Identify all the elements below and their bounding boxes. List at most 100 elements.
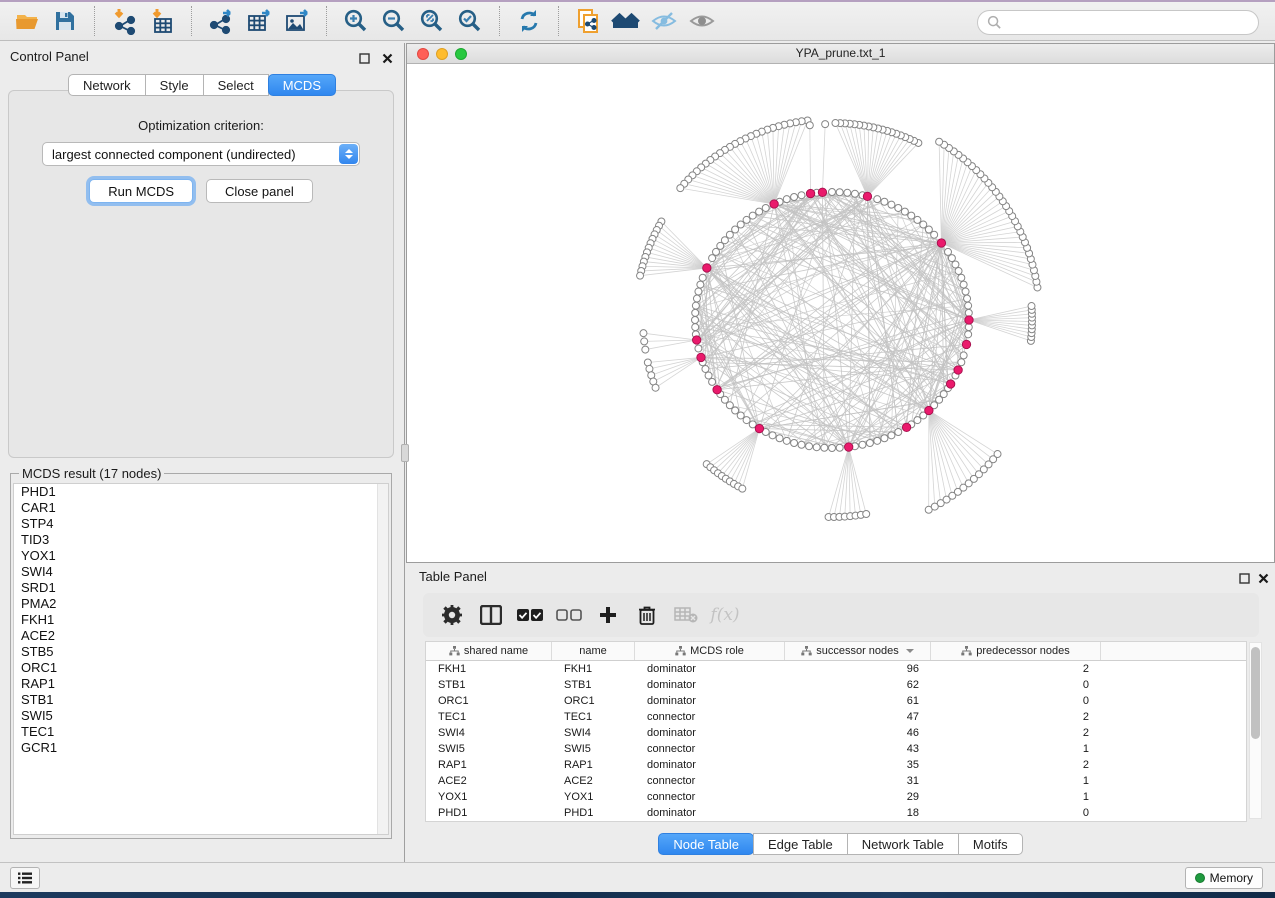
eye-icon [688, 8, 716, 34]
mcds-result-item[interactable]: SRD1 [14, 580, 388, 596]
export-table-button[interactable] [240, 4, 278, 38]
mcds-result-item[interactable]: PMA2 [14, 596, 388, 612]
tab-network[interactable]: Network [68, 74, 146, 96]
mcds-result-item[interactable]: SWI5 [14, 708, 388, 724]
close-table-panel-button[interactable] [1257, 572, 1270, 585]
table-row[interactable]: FKH1FKH1dominator962 [426, 661, 1246, 677]
mcds-result-item[interactable]: TEC1 [14, 724, 388, 740]
toolbar-separator [191, 6, 192, 36]
tab-motifs[interactable]: Motifs [958, 833, 1023, 855]
mcds-result-group: MCDS result (17 nodes) PHD1CAR1STP4TID3Y… [10, 466, 392, 839]
memory-button[interactable]: Memory [1185, 867, 1263, 889]
toolbar-separator [326, 6, 327, 36]
close-panel-button[interactable] [381, 52, 394, 65]
export-network-button[interactable] [202, 4, 240, 38]
mcds-result-item[interactable]: YOX1 [14, 548, 388, 564]
column-header-predecessor-nodes[interactable]: predecessor nodes [931, 642, 1101, 660]
table-row[interactable]: SWI5SWI5connector431 [426, 741, 1246, 757]
mcds-result-item[interactable]: STP4 [14, 516, 388, 532]
table-row[interactable]: ACE2ACE2connector311 [426, 773, 1246, 789]
criterion-dropdown[interactable]: largest connected component (undirected) [42, 142, 360, 166]
save-session-button[interactable] [46, 4, 84, 38]
refresh-button[interactable] [510, 4, 548, 38]
window-zoom-icon[interactable] [455, 48, 467, 60]
show-panels-button[interactable] [10, 867, 40, 889]
tab-style[interactable]: Style [145, 74, 204, 96]
mcds-result-item[interactable]: SWI4 [14, 564, 388, 580]
columns-icon [480, 605, 502, 625]
column-header-successor-nodes[interactable]: successor nodes [785, 642, 931, 660]
table-row[interactable]: SWI4SWI4dominator462 [426, 725, 1246, 741]
open-file-button[interactable] [8, 4, 46, 38]
mcds-result-item[interactable]: TID3 [14, 532, 388, 548]
column-header-MCDS-role[interactable]: MCDS role [635, 642, 785, 660]
table-options-button[interactable] [437, 600, 467, 630]
zoom-in-icon [342, 7, 370, 35]
function-builder-button[interactable]: f(x) [710, 600, 740, 630]
sort-chevron-icon[interactable] [906, 649, 914, 653]
show-all-button[interactable] [683, 4, 721, 38]
select-all-button[interactable] [515, 600, 545, 630]
toolbar-separator [499, 6, 500, 36]
network-window-titlebar[interactable]: YPA_prune.txt_1 [407, 44, 1274, 64]
delete-column-button[interactable] [632, 600, 662, 630]
tab-edge-table[interactable]: Edge Table [753, 833, 848, 855]
shared-column-icon [675, 646, 686, 656]
mcds-result-item[interactable]: GCR1 [14, 740, 388, 756]
mcds-result-item[interactable]: ORC1 [14, 660, 388, 676]
tab-select[interactable]: Select [203, 74, 269, 96]
close-mcds-panel-button[interactable]: Close panel [206, 179, 313, 203]
table-scrollbar-thumb[interactable] [1251, 647, 1260, 739]
float-table-panel-button[interactable] [1238, 572, 1251, 585]
mcds-result-item[interactable]: ACE2 [14, 628, 388, 644]
duplicate-network-button[interactable] [569, 4, 607, 38]
table-row[interactable]: PHD1PHD1dominator180 [426, 805, 1246, 821]
zoom-in-button[interactable] [337, 4, 375, 38]
mcds-result-item[interactable]: FKH1 [14, 612, 388, 628]
window-close-icon[interactable] [417, 48, 429, 60]
tab-network-table[interactable]: Network Table [847, 833, 959, 855]
eye-slash-icon [650, 8, 678, 34]
import-table-button[interactable] [143, 4, 181, 38]
table-row[interactable]: ORC1ORC1dominator610 [426, 693, 1246, 709]
show-column-panel-button[interactable] [476, 600, 506, 630]
import-network-button[interactable] [105, 4, 143, 38]
mcds-result-item[interactable]: RAP1 [14, 676, 388, 692]
zoom-selected-button[interactable] [451, 4, 489, 38]
shared-column-icon [961, 646, 972, 656]
tab-node-table[interactable]: Node Table [658, 833, 754, 855]
zoom-out-button[interactable] [375, 4, 413, 38]
deselect-all-button[interactable] [554, 600, 584, 630]
zoom-selected-icon [456, 7, 484, 35]
table-scrollbar[interactable] [1249, 642, 1262, 819]
float-panel-button[interactable] [358, 52, 371, 65]
run-mcds-button[interactable]: Run MCDS [89, 179, 193, 203]
houses-icon [611, 8, 641, 34]
panel-splitter-handle[interactable] [401, 444, 409, 462]
table-row[interactable]: YOX1YOX1connector291 [426, 789, 1246, 805]
table-panel: Table Panel [406, 563, 1275, 862]
search-field[interactable] [977, 10, 1259, 35]
mcds-result-item[interactable]: PHD1 [14, 484, 388, 500]
mcds-result-item[interactable]: CAR1 [14, 500, 388, 516]
import-table-icon [148, 7, 176, 35]
table-row[interactable]: STB1STB1dominator620 [426, 677, 1246, 693]
table-row[interactable]: TEC1TEC1connector472 [426, 709, 1246, 725]
mcds-result-list[interactable]: PHD1CAR1STP4TID3YOX1SWI4SRD1PMA2FKH1ACE2… [13, 483, 389, 835]
list-scrollbar[interactable] [377, 484, 388, 834]
create-column-button[interactable] [593, 600, 623, 630]
mcds-result-item[interactable]: STB5 [14, 644, 388, 660]
search-input[interactable] [1007, 16, 1237, 30]
window-minimize-icon[interactable] [436, 48, 448, 60]
export-image-button[interactable] [278, 4, 316, 38]
zoom-fit-button[interactable] [413, 4, 451, 38]
column-header-shared-name[interactable]: shared name [426, 642, 552, 660]
hide-selected-button[interactable] [645, 4, 683, 38]
network-canvas[interactable] [407, 65, 1274, 562]
delete-table-button[interactable] [671, 600, 701, 630]
first-neighbors-button[interactable] [607, 4, 645, 38]
mcds-result-item[interactable]: STB1 [14, 692, 388, 708]
column-header-name[interactable]: name [552, 642, 635, 660]
table-row[interactable]: RAP1RAP1dominator352 [426, 757, 1246, 773]
tab-mcds[interactable]: MCDS [268, 74, 336, 96]
